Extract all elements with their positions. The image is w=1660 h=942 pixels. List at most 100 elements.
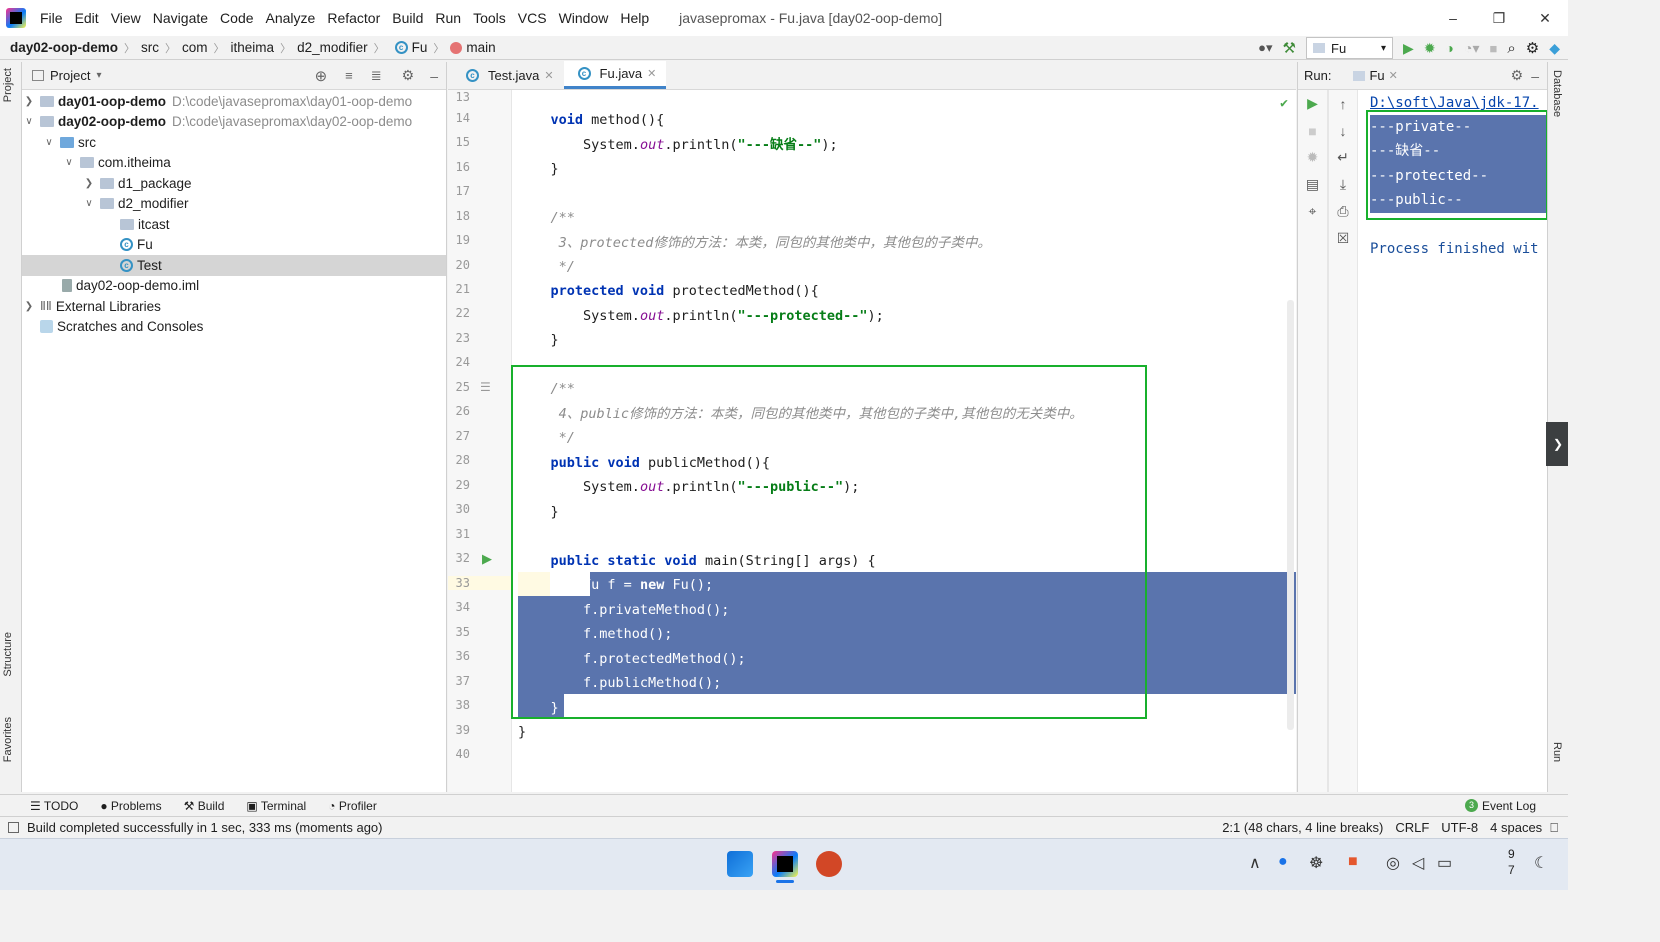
rerun-icon[interactable]: ▶ [1298, 90, 1327, 117]
menu-navigate[interactable]: Navigate [147, 0, 214, 36]
menu-code[interactable]: Code [214, 0, 259, 36]
breadcrumb-src[interactable]: src [141, 40, 159, 55]
stop-icon[interactable]: ■ [1298, 117, 1327, 144]
debug-icon[interactable]: ✹ [1424, 40, 1436, 57]
menu-view[interactable]: View [105, 0, 147, 36]
arrow-up-icon[interactable]: ↑ [1329, 90, 1357, 117]
tab-build[interactable]: ⚒ Build [184, 799, 225, 813]
arrow-down-icon[interactable]: ↓ [1329, 117, 1357, 144]
chevron-down-icon[interactable]: ∨ [22, 116, 36, 127]
plugin-icon[interactable]: ◆ [1549, 40, 1560, 57]
tab-structure[interactable]: Structure [2, 632, 14, 677]
ime-icon[interactable]: ☸ [1309, 853, 1323, 873]
breadcrumb-com[interactable]: com [182, 40, 208, 55]
locate-icon[interactable]: ⊕ [315, 67, 328, 85]
menu-help[interactable]: Help [614, 0, 655, 36]
restore-layout-icon[interactable]: ✹ [1298, 144, 1327, 171]
tab-run[interactable]: Run [1551, 742, 1563, 762]
breadcrumb-d2-modifier[interactable]: d2_modifier [297, 40, 368, 55]
tree-item-day02[interactable]: ∨ day02-oop-demo D:\code\javasepromax\day0… [22, 112, 446, 133]
close-tab-icon[interactable]: ✕ [544, 69, 553, 82]
menu-edit[interactable]: Edit [69, 0, 105, 36]
tab-favorites[interactable]: Favorites [2, 717, 14, 762]
tree-item-scratches[interactable]: Scratches and Consoles [22, 317, 446, 338]
caret-position[interactable]: 2:1 (48 chars, 4 line breaks) [1222, 820, 1383, 835]
tab-profiler[interactable]: ◔ Profiler [328, 799, 377, 813]
menu-tools[interactable]: Tools [467, 0, 512, 36]
menu-vcs[interactable]: VCS [512, 0, 553, 36]
tab-terminal[interactable]: ▣ Terminal [246, 799, 306, 813]
indent-setting[interactable]: 4 spaces [1490, 820, 1542, 835]
event-log-button[interactable]: 3 Event Log [1464, 799, 1536, 813]
lock-icon[interactable]: ⎕ [1550, 820, 1558, 836]
expand-panel-button[interactable]: ❯ [1546, 422, 1568, 466]
doc-render-icon[interactable]: ☰ [480, 380, 491, 394]
close-tab-icon[interactable]: ✕ [1389, 69, 1398, 82]
tree-item-external-libraries[interactable]: ❯ ⅡⅡ External Libraries [22, 296, 446, 317]
menu-file[interactable]: File [34, 0, 69, 36]
tab-todo[interactable]: ☰ TODO [30, 799, 78, 813]
console-output[interactable]: D:\soft\Java\jdk-17. ---private-- ---缺省-… [1360, 90, 1548, 792]
chevron-right-icon[interactable]: ❯ [22, 301, 36, 312]
close-tab-icon[interactable]: ✕ [647, 67, 656, 80]
tree-item-test[interactable]: c Test [22, 255, 446, 276]
chevron-down-icon[interactable]: ∨ [82, 198, 96, 209]
clock[interactable]: 9 7 [1508, 846, 1515, 878]
chevron-up-icon[interactable]: ∧ [1249, 853, 1261, 873]
chevron-right-icon[interactable]: ❯ [22, 96, 36, 107]
file-encoding[interactable]: UTF-8 [1441, 820, 1478, 835]
tree-item-com-itheima[interactable]: ∨ com.itheima [22, 153, 446, 174]
tab-fu-java[interactable]: c Fu.java ✕ [563, 61, 667, 89]
chevron-down-icon[interactable]: ∨ [42, 137, 56, 148]
close-icon[interactable]: ✕ [1522, 0, 1568, 36]
inspection-ok-icon[interactable]: ✔ [1280, 96, 1288, 111]
search-icon[interactable]: ⌕ [1507, 40, 1515, 57]
coverage-icon[interactable]: ◑ [1446, 40, 1454, 56]
tree-item-fu[interactable]: c Fu [22, 235, 446, 256]
tree-item-src[interactable]: ∨ src [22, 132, 446, 153]
menu-build[interactable]: Build [386, 0, 429, 36]
code-area[interactable]: */ void method(){ System.out.println("--… [511, 88, 1296, 792]
editor-scrollbar[interactable] [1287, 300, 1294, 730]
chevron-right-icon[interactable]: ❯ [82, 178, 96, 189]
user-icon[interactable]: ●▾ [1258, 40, 1272, 56]
profile-icon[interactable]: ◔▾ [1464, 40, 1479, 57]
breadcrumb-fu[interactable]: Fu [412, 40, 428, 55]
status-message[interactable]: Build completed successfully in 1 sec, 3… [27, 820, 383, 835]
menu-run[interactable]: Run [429, 0, 467, 36]
print-icon[interactable]: ⎙ [1329, 198, 1357, 225]
scroll-to-end-icon[interactable]: ⤓ [1329, 171, 1357, 198]
breadcrumb-project[interactable]: day02-oop-demo [10, 40, 118, 55]
tree-item-itcast[interactable]: itcast [22, 214, 446, 235]
collapse-all-icon[interactable]: ≣ [371, 68, 382, 84]
tree-item-iml[interactable]: day02-oop-demo.iml [22, 276, 446, 297]
chevron-down-icon[interactable]: ▾ [96, 70, 101, 81]
expand-all-icon[interactable]: ≡ [345, 68, 353, 83]
pin-icon[interactable]: ⌖ [1298, 198, 1327, 225]
layout-icon[interactable]: ▤ [1298, 171, 1327, 198]
network-icon[interactable]: ◎ [1386, 853, 1400, 873]
intellij-taskbar-icon[interactable] [772, 851, 798, 877]
run-gutter-icon[interactable]: ▶ [482, 551, 492, 567]
trash-icon[interactable]: ☒ [1329, 225, 1357, 252]
moon-icon[interactable]: ☾ [1534, 853, 1548, 873]
settings-gear-icon[interactable]: ⚙ [1526, 39, 1539, 57]
speaker-icon[interactable]: ◁ [1412, 853, 1424, 873]
tree-item-d1-package[interactable]: ❯ d1_package [22, 173, 446, 194]
menu-window[interactable]: Window [553, 0, 615, 36]
menu-refactor[interactable]: Refactor [321, 0, 386, 36]
hide-panel-icon[interactable]: – [1531, 68, 1539, 84]
breadcrumb-main[interactable]: main [466, 40, 495, 55]
stop-icon[interactable]: ■ [1490, 41, 1498, 56]
run-tab[interactable]: Fu ✕ [1353, 68, 1398, 83]
tab-database[interactable]: Database [1551, 70, 1563, 117]
restore-icon[interactable]: ❐ [1476, 0, 1522, 36]
hide-panel-icon[interactable]: – [430, 68, 438, 84]
gear-icon[interactable]: ⚙ [1511, 67, 1524, 84]
run-config-select[interactable]: Fu ▾ [1306, 37, 1394, 59]
run-icon[interactable]: ▶ [1403, 40, 1414, 57]
build-hammer-icon[interactable]: ⚒ [1283, 39, 1296, 57]
tree-item-day01[interactable]: ❯ day01-oop-demo D:\code\javasepromax\day0… [22, 91, 446, 112]
powerpoint-taskbar-icon[interactable] [816, 851, 842, 877]
soft-wrap-icon[interactable]: ↵ [1329, 144, 1357, 171]
